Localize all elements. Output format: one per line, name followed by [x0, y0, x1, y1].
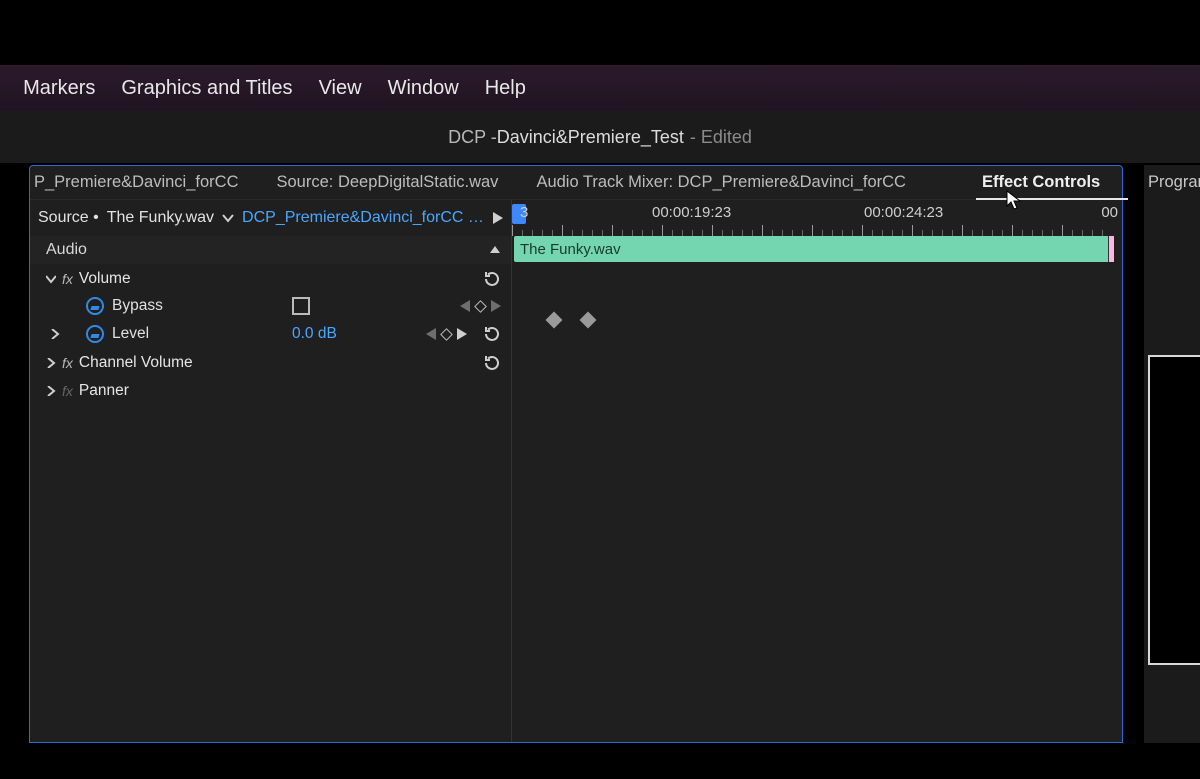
- level-row: Level 0.0 dB: [86, 320, 511, 348]
- tab-source-clip[interactable]: Source: DeepDigitalStatic.wav: [277, 173, 499, 192]
- tab-effect-controls[interactable]: Effect Controls: [982, 173, 1100, 192]
- effect-controls-panel: P_Premiere&Davinci_forCC Source: DeepDig…: [29, 165, 1123, 743]
- project-name: Davinci&Premiere_Test: [497, 127, 684, 148]
- program-panel: Program: [1144, 165, 1200, 743]
- panel-tabs: P_Premiere&Davinci_forCC Source: DeepDig…: [30, 166, 1122, 200]
- play-icon[interactable]: [493, 212, 503, 224]
- fx-badge: fx: [62, 355, 73, 371]
- effect-tree: Source • The Funky.wav DCP_Premiere&Davi…: [30, 200, 512, 742]
- next-keyframe-icon[interactable]: [457, 328, 467, 340]
- source-dropdown[interactable]: [222, 212, 234, 224]
- prev-keyframe-icon[interactable]: [460, 300, 470, 312]
- level-label: Level: [112, 325, 232, 343]
- clip-name: The Funky.wav: [520, 241, 621, 258]
- ruler-time-0: 3: [520, 204, 528, 221]
- fx-volume-row[interactable]: fx Volume: [30, 264, 511, 292]
- collapse-up-icon[interactable]: [489, 244, 501, 256]
- timeline-clip[interactable]: The Funky.wav: [514, 236, 1114, 262]
- prev-keyframe-icon[interactable]: [426, 328, 436, 340]
- chevron-right-icon[interactable]: [48, 329, 62, 339]
- chevron-down-icon[interactable]: [44, 274, 58, 284]
- add-keyframe-icon[interactable]: [474, 300, 487, 313]
- fx-panner-label: Panner: [79, 382, 129, 400]
- add-keyframe-icon[interactable]: [440, 328, 453, 341]
- level-value[interactable]: 0.0 dB: [292, 325, 337, 343]
- project-prefix: DCP -: [448, 127, 497, 148]
- audio-section-header[interactable]: Audio: [30, 236, 511, 264]
- fx-badge: fx: [62, 271, 73, 287]
- source-clip-name: The Funky.wav: [107, 209, 214, 227]
- bypass-label: Bypass: [112, 297, 232, 315]
- next-keyframe-icon[interactable]: [491, 300, 501, 312]
- ruler-time-1: 00:00:19:23: [652, 204, 731, 221]
- tab-program[interactable]: Program: [1144, 165, 1200, 200]
- bypass-checkbox[interactable]: [292, 297, 310, 315]
- clip-out-handle[interactable]: [1108, 236, 1114, 262]
- keyframe-lane[interactable]: [512, 306, 1122, 336]
- source-row: Source • The Funky.wav DCP_Premiere&Davi…: [30, 200, 511, 236]
- app-menubar: ce Markers Graphics and Titles View Wind…: [0, 65, 1200, 111]
- reset-icon[interactable]: [483, 270, 501, 288]
- menu-window[interactable]: Window: [388, 77, 459, 100]
- effect-timeline[interactable]: 3 00:00:19:23 00:00:24:23 00 The Funky.w…: [512, 200, 1122, 742]
- menu-help[interactable]: Help: [485, 77, 526, 100]
- tab-audio-track-mixer[interactable]: Audio Track Mixer: DCP_Premiere&Davinci_…: [536, 173, 906, 192]
- program-monitor: [1148, 355, 1200, 665]
- fx-badge: fx: [62, 383, 73, 399]
- ruler-time-2: 00:00:24:23: [864, 204, 943, 221]
- stopwatch-icon[interactable]: [86, 325, 104, 343]
- menu-markers[interactable]: Markers: [23, 77, 95, 100]
- project-status: - Edited: [690, 127, 752, 148]
- keyframe-marker[interactable]: [546, 312, 563, 329]
- time-ruler[interactable]: 3 00:00:19:23 00:00:24:23 00: [512, 200, 1122, 236]
- tab-source-sequence[interactable]: P_Premiere&Davinci_forCC: [34, 173, 239, 192]
- stopwatch-icon[interactable]: [86, 297, 104, 315]
- audio-section-label: Audio: [46, 241, 87, 259]
- menu-graphics-titles[interactable]: Graphics and Titles: [121, 77, 292, 100]
- chevron-right-icon[interactable]: [44, 358, 58, 368]
- menu-view[interactable]: View: [319, 77, 362, 100]
- fx-channel-volume-row[interactable]: fx Channel Volume: [30, 348, 511, 376]
- ruler-time-3: 00: [1101, 204, 1118, 221]
- reset-icon[interactable]: [483, 325, 501, 343]
- keyframe-marker[interactable]: [580, 312, 597, 329]
- fx-volume-label: Volume: [79, 270, 131, 288]
- source-prefix: Source •: [38, 209, 99, 227]
- project-titlebar: DCP - Davinci&Premiere_Test - Edited: [0, 111, 1200, 163]
- chevron-right-icon[interactable]: [44, 386, 58, 396]
- fx-channel-volume-label: Channel Volume: [79, 354, 193, 372]
- reset-icon[interactable]: [483, 354, 501, 372]
- sequence-name[interactable]: DCP_Premiere&Davinci_forCC •...: [242, 209, 485, 227]
- fx-panner-row[interactable]: fx Panner: [30, 376, 511, 404]
- bypass-row: Bypass: [86, 292, 511, 320]
